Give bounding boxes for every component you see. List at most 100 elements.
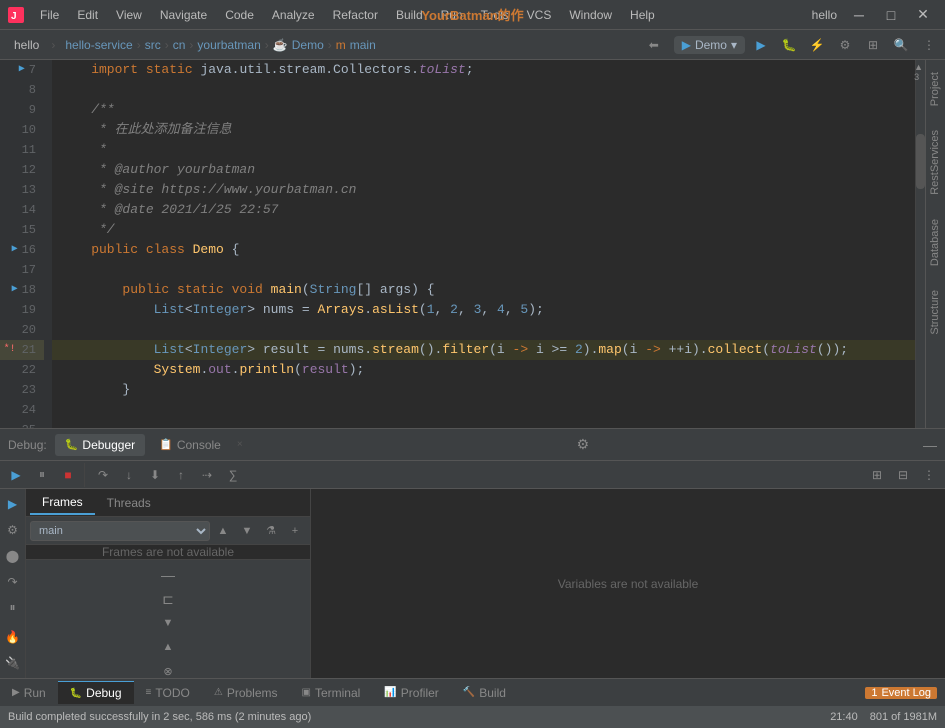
maximize-button[interactable]: □	[877, 5, 905, 25]
debug-tab-console[interactable]: 📋 Console	[149, 434, 231, 456]
bottom-tab-run[interactable]: ▶ Run	[0, 682, 58, 704]
code-line-10: * 在此处添加备注信息	[52, 120, 915, 140]
menu-analyze[interactable]: Analyze	[264, 6, 323, 24]
debug-icon-step[interactable]: ↷	[2, 571, 24, 593]
debug-settings-button[interactable]: ⚙	[577, 436, 590, 453]
expand-arrow-18[interactable]: ▶	[12, 280, 18, 300]
debug-tab-debugger[interactable]: 🐛 Debugger	[55, 434, 145, 456]
debug-icon-settings[interactable]: ⚙	[2, 519, 24, 541]
debug-tab-close[interactable]: ×	[237, 439, 243, 450]
bottom-tab-problems[interactable]: ⚠ Problems	[202, 682, 290, 704]
debug-panel-minimize[interactable]: —	[923, 437, 937, 453]
menu-navigate[interactable]: Navigate	[152, 6, 215, 24]
code-line-14: * @date 2021/1/25 22:57	[52, 200, 915, 220]
debug-label: Debug:	[8, 438, 47, 452]
menu-vcs[interactable]: VCS	[519, 6, 560, 24]
code-line-16: public class Demo {	[52, 240, 915, 260]
sidebar-project[interactable]: Project	[927, 60, 945, 118]
close-button[interactable]: ✕	[909, 5, 937, 25]
evaluate-button[interactable]: ∑	[221, 463, 245, 487]
variables-panel: Variables are not available	[311, 489, 945, 678]
code-editor[interactable]: import static java.util.stream.Collector…	[52, 60, 915, 428]
run-configuration[interactable]: ▶ Demo ▾	[674, 36, 745, 54]
frames-subtabs: Frames Threads	[26, 489, 310, 517]
breadcrumb-cn[interactable]: cn	[173, 38, 186, 52]
resume-button[interactable]: ▶	[4, 463, 28, 487]
tab-frames[interactable]: Frames	[30, 491, 95, 515]
bottom-tab-todo[interactable]: ≡ TODO	[134, 682, 202, 704]
divider-btn-3[interactable]: ▼	[157, 612, 179, 634]
event-log-badge[interactable]: 1 Event Log	[865, 687, 937, 699]
debug-icon-fire[interactable]: 🔥	[2, 626, 24, 648]
breadcrumb-yourbatman[interactable]: yourbatman	[197, 38, 260, 52]
divider-btn-4[interactable]: ▲	[157, 636, 179, 658]
layout-button[interactable]: ⊞	[861, 33, 885, 57]
variables-layout-button[interactable]: ⊟	[891, 463, 915, 487]
sidebar-structure[interactable]: Structure	[927, 278, 945, 347]
frames-dropdown[interactable]: main	[30, 521, 210, 541]
menu-code[interactable]: Code	[217, 6, 262, 24]
debug-icon-plugin[interactable]: 🔌	[2, 652, 24, 674]
menu-help[interactable]: Help	[622, 6, 663, 24]
nav-back-button[interactable]: ⬅	[642, 33, 666, 57]
expand-arrow-7[interactable]: ▶	[19, 60, 25, 80]
pause-button[interactable]: ⏸	[30, 463, 54, 487]
editor-main: ▶ 7 8 9 10 11 12 13 14 15 ▶ 16 17 ▶ 18 1…	[0, 60, 925, 428]
tab-threads[interactable]: Threads	[95, 492, 163, 514]
bottom-tab-debug[interactable]: 🐛 Debug	[58, 681, 134, 704]
scrollbar-thumb[interactable]	[916, 134, 925, 189]
sidebar-database[interactable]: Database	[927, 207, 945, 278]
debug-icon-run[interactable]: ▶	[2, 493, 24, 515]
bottom-tab-profiler[interactable]: 📊 Profiler	[372, 682, 450, 704]
debug-icon-breakpoints[interactable]: ⬤	[2, 545, 24, 567]
gutter-16: ▶ 16	[0, 240, 44, 260]
run-button[interactable]: ▶	[749, 33, 773, 57]
menu-edit[interactable]: Edit	[69, 6, 106, 24]
gutter-11: 11	[0, 140, 44, 160]
step-out-button[interactable]: ↑	[169, 463, 193, 487]
run-to-cursor-button[interactable]: ⇢	[195, 463, 219, 487]
frames-add-button[interactable]: +	[284, 520, 306, 542]
event-log-area: 1 Event Log	[865, 687, 937, 699]
frames-down-button[interactable]: ▼	[236, 520, 258, 542]
gutter-25: 25	[0, 420, 44, 428]
stop-button[interactable]: ■	[56, 463, 80, 487]
divider-btn-5[interactable]: ⊗	[157, 660, 179, 678]
coverage-button[interactable]: ⚡	[805, 33, 829, 57]
search-button[interactable]: 🔍	[889, 33, 913, 57]
debug-left-toolbar: ▶ ⏸ ■	[4, 463, 85, 487]
breadcrumb-src[interactable]: src	[145, 38, 161, 52]
debug-more-button[interactable]: ⋮	[917, 463, 941, 487]
menu-file[interactable]: File	[32, 6, 67, 24]
menu-window[interactable]: Window	[561, 6, 620, 24]
status-memory[interactable]: 801 of 1981M	[870, 711, 937, 723]
bottom-tab-terminal[interactable]: ▣ Terminal	[290, 682, 373, 704]
frames-layout-button[interactable]: ⊞	[865, 463, 889, 487]
sidebar-restservices[interactable]: RestServices	[927, 118, 945, 207]
bottom-tab-build[interactable]: 🔨 Build	[451, 682, 518, 704]
debug-run-button[interactable]: 🐛	[777, 33, 801, 57]
breadcrumb-demo[interactable]: Demo	[292, 38, 324, 52]
divider-btn-1[interactable]: —	[157, 564, 179, 586]
menu-view[interactable]: View	[108, 6, 150, 24]
frames-up-button[interactable]: ▲	[212, 520, 234, 542]
debug-icon-pause[interactable]: ⏸	[2, 596, 24, 618]
more-button[interactable]: ⋮	[917, 33, 941, 57]
minimize-button[interactable]: ─	[845, 5, 873, 25]
force-step-into-button[interactable]: ⬇	[143, 463, 167, 487]
menu-refactor[interactable]: Refactor	[325, 6, 386, 24]
breadcrumb-module[interactable]: hello-service	[65, 38, 132, 52]
settings-nav-button[interactable]: ⚙	[833, 33, 857, 57]
code-line-12: * @author yourbatman	[52, 160, 915, 180]
tab-hello[interactable]: hello	[4, 34, 49, 56]
step-into-button[interactable]: ↓	[117, 463, 141, 487]
editor-scrollbar[interactable]: ▲ 3	[915, 60, 925, 428]
frames-filter-button[interactable]: ⚗	[260, 520, 282, 542]
code-line-8	[52, 80, 915, 100]
expand-arrow-16[interactable]: ▶	[12, 240, 18, 260]
breadcrumb-main[interactable]: main	[350, 38, 376, 52]
step-over-button[interactable]: ↷	[91, 463, 115, 487]
build-tab-icon: 🔨	[463, 687, 475, 698]
divider-btn-2[interactable]: ⊏	[157, 588, 179, 610]
console-tab-label: Console	[177, 438, 221, 452]
